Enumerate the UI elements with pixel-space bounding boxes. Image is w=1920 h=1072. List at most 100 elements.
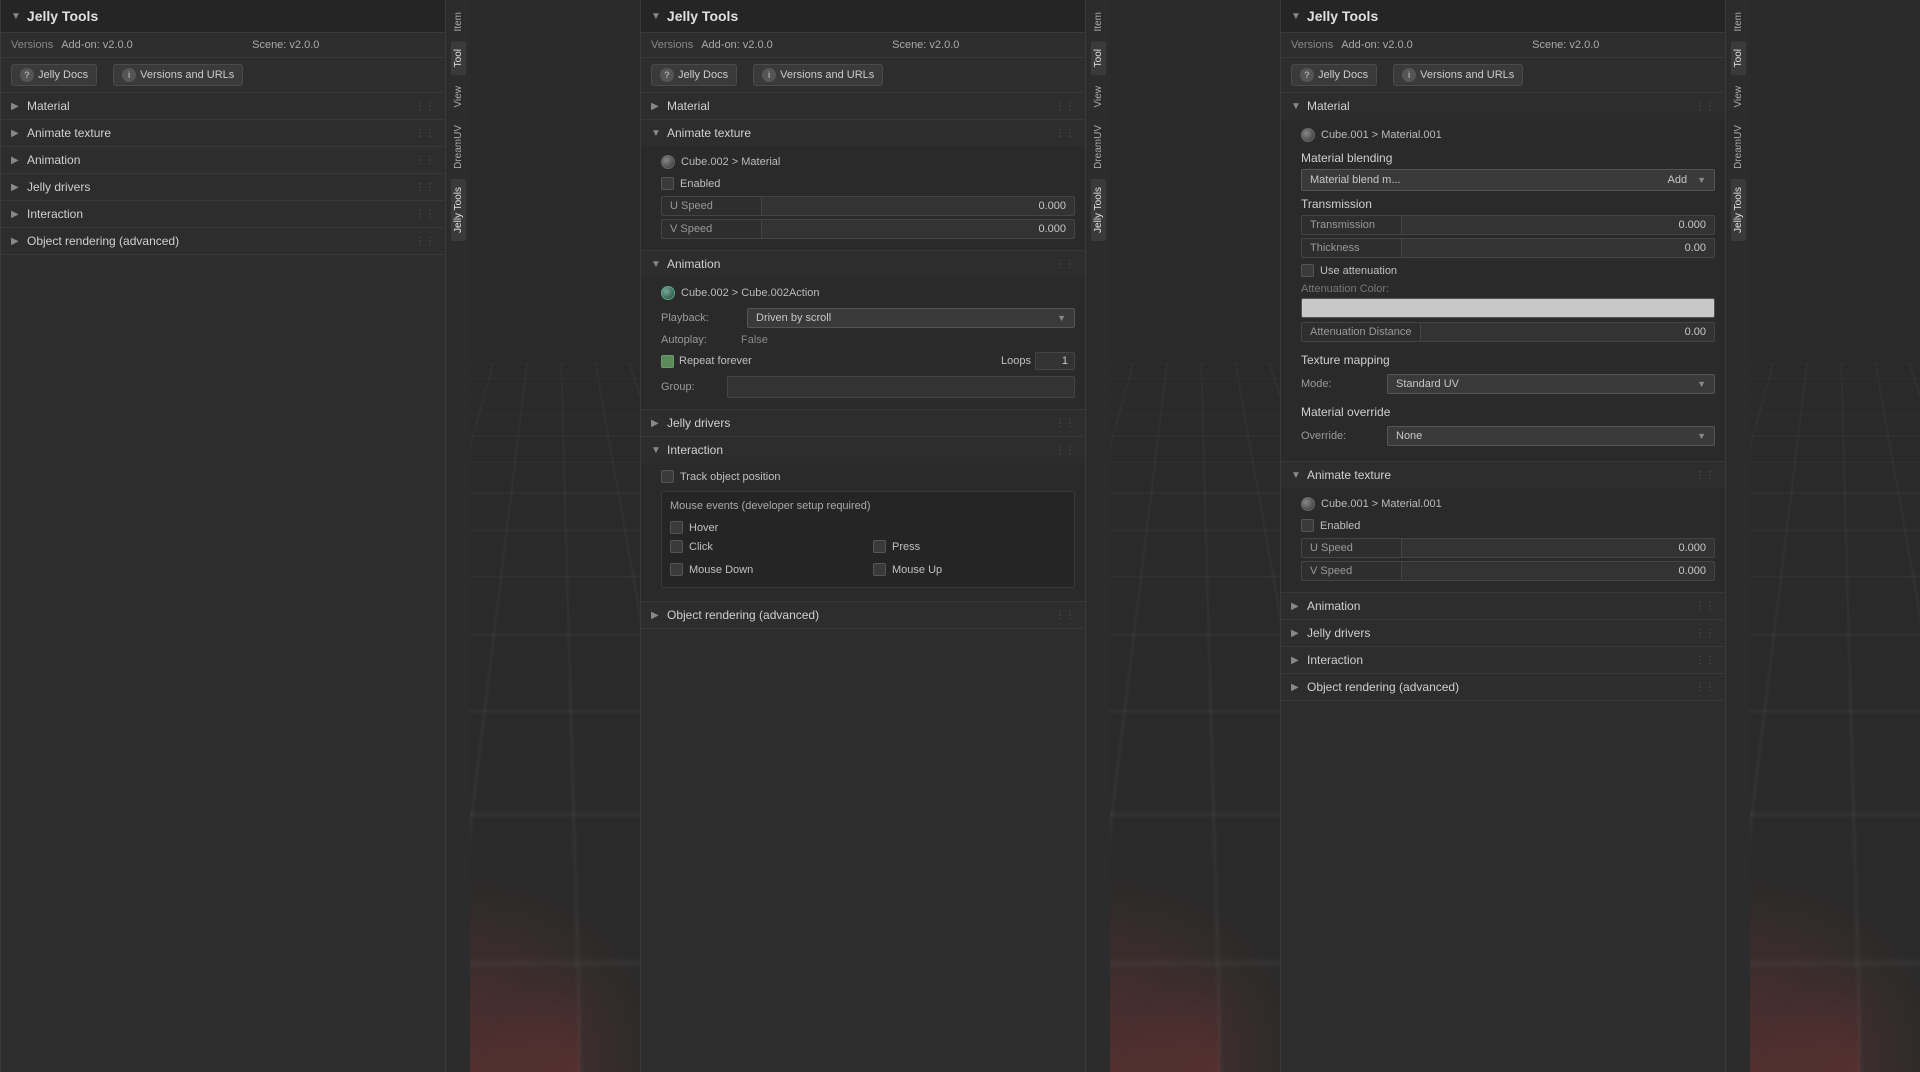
mid-click-checkbox[interactable] [670, 540, 683, 553]
right-mode-select[interactable]: Standard UV ▼ [1387, 374, 1715, 394]
right-tab-jelly-tools[interactable]: Jelly Tools [1731, 179, 1746, 241]
mid-mousedown-checkbox[interactable] [670, 563, 683, 576]
mid-mouseup-checkbox[interactable] [873, 563, 886, 576]
mid-v-speed-val[interactable]: 0.000 [761, 219, 1075, 239]
mid-mousedown-row[interactable]: Mouse Down [670, 560, 863, 579]
mid-playback-select[interactable]: Driven by scroll ▼ [747, 308, 1075, 328]
left-jelly-drivers-header[interactable]: ▶ Jelly drivers ⋮⋮ [1, 174, 445, 200]
right-versions-button[interactable]: i Versions and URLs [1393, 64, 1523, 86]
mid-panel-header: ▼ Jelly Tools [641, 0, 1085, 33]
mid-hover-row[interactable]: Hover [670, 518, 1066, 537]
mid-loops-label: Loops [1001, 355, 1031, 367]
mid-loops-input[interactable]: 1 [1035, 352, 1075, 370]
mid-repeat-check[interactable]: Repeat forever [661, 355, 995, 368]
mid-mouseup-row[interactable]: Mouse Up [873, 560, 1066, 579]
right-tex-map-title: Texture mapping [1301, 353, 1715, 367]
right-properties: ▼ Jelly Tools Versions Add-on: v2.0.0 Sc… [1280, 0, 1725, 1072]
mid-u-speed-label: U Speed [661, 196, 761, 216]
mid-tab-dreamuv[interactable]: DreamUV [1091, 117, 1106, 177]
mid-tab-jelly-tools[interactable]: Jelly Tools [1091, 179, 1106, 241]
mid-tab-item[interactable]: Item [1091, 4, 1106, 39]
mid-interaction-drag: ⋮⋮ [1055, 445, 1075, 456]
right-mat-blend-select[interactable]: Material blend m... Add ▼ [1301, 169, 1715, 191]
left-object-rendering-title: Object rendering (advanced) [27, 234, 179, 248]
mid-track-obj-checkbox[interactable] [661, 470, 674, 483]
mid-animate-texture-header[interactable]: ▼ Animate texture ⋮⋮ [641, 120, 1085, 146]
mid-material-header[interactable]: ▶ Material ⋮⋮ [641, 93, 1085, 119]
mid-object-rendering-header[interactable]: ▶ Object rendering (advanced) ⋮⋮ [641, 602, 1085, 628]
mid-u-speed-val[interactable]: 0.000 [761, 196, 1075, 216]
mid-tab-view[interactable]: View [1091, 78, 1106, 116]
left-animate-texture-arrow: ▶ [11, 128, 21, 139]
mid-docs-button[interactable]: ? Jelly Docs [651, 64, 737, 86]
right-jelly-drivers-title: Jelly drivers [1307, 626, 1370, 640]
right-v-speed-val[interactable]: 0.000 [1401, 561, 1715, 581]
left-versions-button[interactable]: i Versions and URLs [113, 64, 243, 86]
left-panel: ▼ Jelly Tools Versions Add-on: v2.0.0 Sc… [0, 0, 470, 1072]
right-transmission-val[interactable]: 0.000 [1401, 215, 1715, 235]
right-tex-map-group: Texture mapping Mode: Standard UV ▼ [1301, 349, 1715, 401]
right-tab-tool[interactable]: Tool [1731, 41, 1746, 75]
right-tab-view[interactable]: View [1731, 78, 1746, 116]
mid-interaction-header[interactable]: ▼ Interaction ⋮⋮ [641, 437, 1085, 463]
left-collapse-arrow[interactable]: ▼ [11, 11, 21, 22]
right-collapse-arrow[interactable]: ▼ [1291, 11, 1301, 22]
right-animate-texture-header[interactable]: ▼ Animate texture ⋮⋮ [1281, 462, 1725, 488]
left-viewport[interactable] [470, 0, 640, 1072]
right-tab-item[interactable]: Item [1731, 4, 1746, 39]
mid-enabled-row[interactable]: Enabled [661, 174, 1075, 193]
mid-repeat-checkbox[interactable] [661, 355, 674, 368]
right-override-select[interactable]: None ▼ [1387, 426, 1715, 446]
right-use-atten-checkbox[interactable] [1301, 264, 1314, 277]
left-docs-button[interactable]: ? Jelly Docs [11, 64, 97, 86]
right-interaction-title: Interaction [1307, 653, 1363, 667]
mid-hover-checkbox[interactable] [670, 521, 683, 534]
mid-click-row[interactable]: Click [670, 537, 863, 556]
mid-animation-drag: ⋮⋮ [1055, 259, 1075, 270]
right-interaction-header[interactable]: ▶ Interaction ⋮⋮ [1281, 647, 1725, 673]
left-tab-jelly-tools[interactable]: Jelly Tools [451, 179, 466, 241]
left-tab-item[interactable]: Item [451, 4, 466, 39]
right-tab-dreamuv[interactable]: DreamUV [1731, 117, 1746, 177]
left-tab-tool[interactable]: Tool [451, 41, 466, 75]
mid-animation-header[interactable]: ▼ Animation ⋮⋮ [641, 251, 1085, 277]
right-animation-header[interactable]: ▶ Animation ⋮⋮ [1281, 593, 1725, 619]
right-use-atten-row[interactable]: Use attenuation [1301, 261, 1715, 280]
mid-material-drag: ⋮⋮ [1055, 101, 1075, 112]
mid-press-checkbox[interactable] [873, 540, 886, 553]
left-tab-dreamuv[interactable]: DreamUV [451, 117, 466, 177]
right-u-speed-val[interactable]: 0.000 [1401, 538, 1715, 558]
mid-versions-label: Versions [651, 39, 693, 51]
left-animate-texture-header[interactable]: ▶ Animate texture ⋮⋮ [1, 120, 445, 146]
left-object-rendering-header[interactable]: ▶ Object rendering (advanced) ⋮⋮ [1, 228, 445, 254]
right-viewport[interactable] [1750, 0, 1920, 1072]
right-enabled-row[interactable]: Enabled [1301, 516, 1715, 535]
left-material-header[interactable]: ▶ Material ⋮⋮ [1, 93, 445, 119]
right-thickness-val[interactable]: 0.00 [1401, 238, 1715, 258]
right-jelly-drivers-header[interactable]: ▶ Jelly drivers ⋮⋮ [1281, 620, 1725, 646]
mid-track-obj-row[interactable]: Track object position [661, 467, 1075, 486]
right-object-rendering-header[interactable]: ▶ Object rendering (advanced) ⋮⋮ [1281, 674, 1725, 700]
right-enabled-checkbox[interactable] [1301, 519, 1314, 532]
left-animation-header[interactable]: ▶ Animation ⋮⋮ [1, 147, 445, 173]
mid-group-input[interactable] [727, 376, 1075, 398]
right-mat-blend-title: Material blending [1301, 151, 1715, 165]
left-interaction-header[interactable]: ▶ Interaction ⋮⋮ [1, 201, 445, 227]
right-material-header[interactable]: ▼ Material ⋮⋮ [1281, 93, 1725, 119]
mid-tab-tool[interactable]: Tool [1091, 41, 1106, 75]
right-docs-button[interactable]: ? Jelly Docs [1291, 64, 1377, 86]
right-mat-override-title: Material override [1301, 405, 1715, 419]
right-atten-color-swatch[interactable] [1301, 298, 1715, 318]
mid-versions-button[interactable]: i Versions and URLs [753, 64, 883, 86]
right-atten-dist-val[interactable]: 0.00 [1420, 322, 1715, 342]
left-tab-view[interactable]: View [451, 78, 466, 116]
mid-viewport[interactable] [1110, 0, 1280, 1072]
left-jelly-drivers-drag: ⋮⋮ [415, 182, 435, 193]
right-addon-version: Add-on: v2.0.0 [1341, 39, 1524, 51]
mid-press-row[interactable]: Press [873, 537, 1066, 556]
right-material-section: ▼ Material ⋮⋮ Cube.001 > Material.001 Ma… [1281, 93, 1725, 462]
mid-collapse-arrow[interactable]: ▼ [651, 11, 661, 22]
mid-enabled-checkbox[interactable] [661, 177, 674, 190]
mid-jelly-drivers-header[interactable]: ▶ Jelly drivers ⋮⋮ [641, 410, 1085, 436]
right-u-speed-row: U Speed 0.000 [1301, 538, 1715, 558]
